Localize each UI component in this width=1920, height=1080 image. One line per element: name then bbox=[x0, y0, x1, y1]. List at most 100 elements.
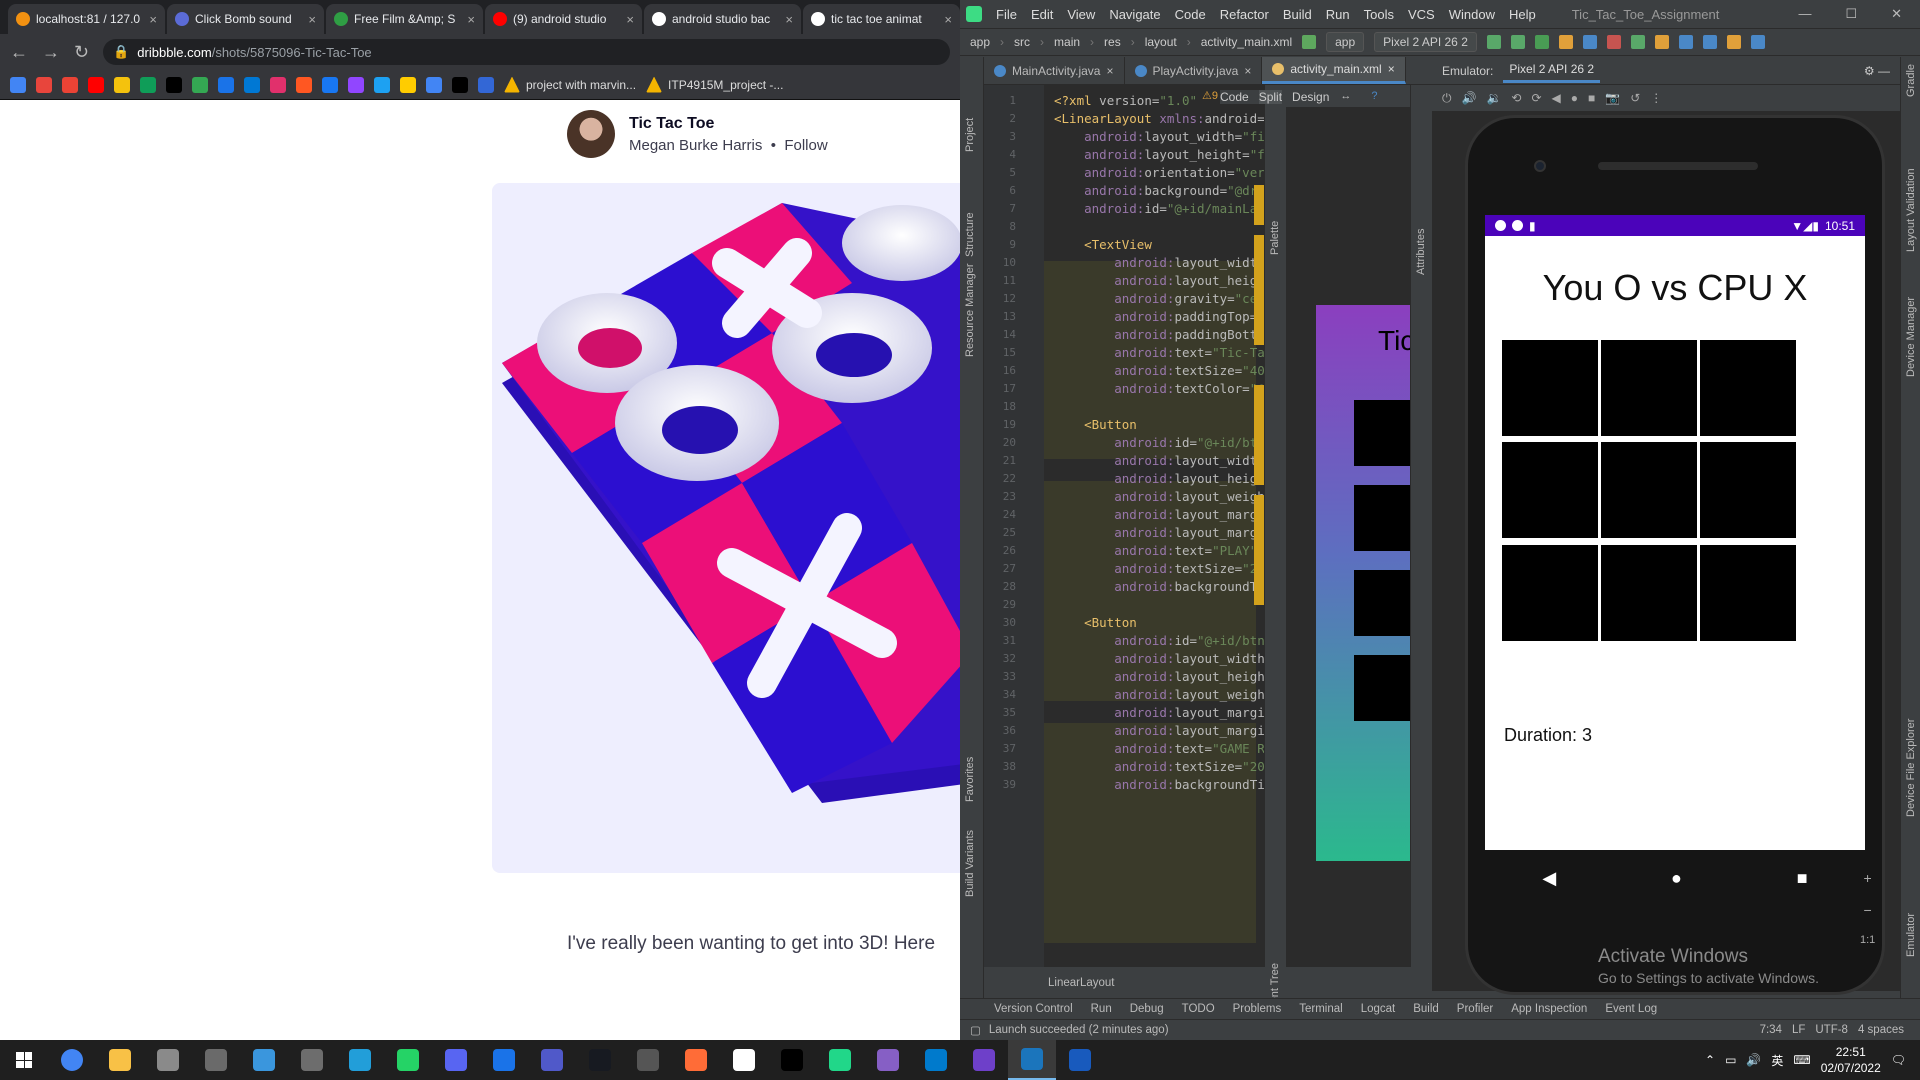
tab-close-icon[interactable]: × bbox=[1106, 64, 1113, 78]
shot-image[interactable] bbox=[492, 183, 960, 873]
power-icon[interactable]: ⏻ bbox=[1442, 91, 1452, 106]
game-cell[interactable] bbox=[1601, 442, 1697, 538]
preview-button[interactable] bbox=[1354, 400, 1412, 466]
game-cell[interactable] bbox=[1502, 545, 1598, 641]
bookmark-item[interactable]: project with marvin... bbox=[504, 76, 636, 93]
tab-close-icon[interactable]: × bbox=[944, 12, 952, 27]
phone-screen[interactable]: ▮ ▼◢▮ 10:51 You O vs CPU X Duration: 3 bbox=[1485, 215, 1865, 850]
bookmark-icon[interactable] bbox=[62, 76, 78, 93]
taskbar-app-icon[interactable] bbox=[528, 1040, 576, 1080]
hammer-icon[interactable] bbox=[1302, 35, 1317, 49]
input-language[interactable]: 英 bbox=[1771, 1052, 1783, 1069]
toolbar-icon[interactable] bbox=[1654, 35, 1669, 49]
status-indicator[interactable]: UTF-8 bbox=[1815, 1024, 1848, 1036]
notifications-icon[interactable]: 🗨 bbox=[1891, 1053, 1906, 1067]
menu-item[interactable]: Edit bbox=[1031, 7, 1053, 22]
breadcrumb-item[interactable]: res bbox=[1104, 35, 1121, 49]
taskbar-app-icon[interactable] bbox=[864, 1040, 912, 1080]
right-tool-gradle[interactable]: Gradle bbox=[1905, 64, 1917, 97]
bookmark-icon[interactable] bbox=[166, 76, 182, 93]
tab-close-icon[interactable]: × bbox=[308, 12, 316, 27]
browser-tab[interactable]: Click Bomb sound × bbox=[167, 4, 324, 34]
taskbar-app-icon[interactable] bbox=[288, 1040, 336, 1080]
taskbar-app-icon[interactable] bbox=[1056, 1040, 1104, 1080]
bookmark-icon[interactable] bbox=[400, 76, 416, 93]
overview-icon[interactable]: ■ bbox=[1588, 91, 1595, 105]
browser-tab[interactable]: (9) android studio × bbox=[485, 4, 642, 34]
bookmark-icon[interactable] bbox=[140, 76, 156, 93]
layout-breadcrumb[interactable]: LinearLayout bbox=[1048, 977, 1115, 989]
author-name[interactable]: Megan Burke Harris bbox=[629, 137, 762, 154]
preview-button[interactable] bbox=[1354, 655, 1412, 721]
bookmark-icon[interactable] bbox=[426, 76, 442, 93]
bookmark-icon[interactable] bbox=[88, 76, 104, 93]
bookmark-icon[interactable] bbox=[322, 76, 338, 93]
toolbar-icon[interactable] bbox=[1534, 35, 1549, 49]
breadcrumb-item[interactable]: activity_main.xml bbox=[1201, 35, 1292, 49]
status-indicator[interactable]: 7:34 bbox=[1760, 1024, 1782, 1036]
bookmark-item[interactable]: ITP4915M_project -... bbox=[646, 76, 783, 93]
tab-close-icon[interactable]: × bbox=[626, 12, 634, 27]
tab-close-icon[interactable]: × bbox=[467, 12, 475, 27]
zoom-out-icon[interactable]: − bbox=[1864, 902, 1872, 918]
bookmark-icon[interactable] bbox=[192, 76, 208, 93]
game-cell[interactable] bbox=[1502, 340, 1598, 436]
emulator-device-tab[interactable]: Pixel 2 API 26 2 bbox=[1503, 58, 1601, 83]
volume-icon[interactable]: 🔊 bbox=[1746, 1053, 1761, 1067]
tab-close-icon[interactable]: × bbox=[1388, 62, 1395, 76]
game-cell[interactable] bbox=[1601, 545, 1697, 641]
file-tab[interactable]: MainActivity.java × bbox=[984, 57, 1125, 84]
toolbar-icon[interactable] bbox=[1510, 35, 1525, 49]
back-icon[interactable]: ← bbox=[10, 42, 28, 63]
tool-window-debug[interactable]: Debug bbox=[1130, 1003, 1164, 1015]
view-mode-code[interactable]: Code bbox=[1220, 90, 1249, 104]
more-icon[interactable]: ⋮ bbox=[1650, 91, 1662, 105]
taskbar-app-icon[interactable] bbox=[480, 1040, 528, 1080]
bookmark-icon[interactable] bbox=[374, 76, 390, 93]
tool-window-problems[interactable]: Problems bbox=[1233, 1003, 1282, 1015]
follow-link[interactable]: Follow bbox=[784, 137, 827, 154]
tool-window-run[interactable]: Run bbox=[1091, 1003, 1112, 1015]
android-back-button[interactable]: ◀ bbox=[1542, 868, 1556, 889]
browser-tab[interactable]: android studio bac × bbox=[644, 4, 801, 34]
game-cell[interactable] bbox=[1700, 442, 1796, 538]
bookmark-icon[interactable] bbox=[270, 76, 286, 93]
code-editor[interactable]: 1 <?xml version="1.0" 2 <LinearLayout xmlns… bbox=[984, 85, 1264, 967]
bookmark-icon[interactable] bbox=[114, 76, 130, 93]
tool-window-logcat[interactable]: Logcat bbox=[1361, 1003, 1396, 1015]
home-icon[interactable]: ● bbox=[1571, 91, 1578, 105]
settings-icon[interactable]: ⚙ — bbox=[1864, 64, 1900, 78]
toolbar-icon[interactable] bbox=[1702, 35, 1717, 49]
code-line[interactable]: 39 android:backgroundTint bbox=[984, 773, 1264, 795]
menu-item[interactable]: Help bbox=[1509, 7, 1536, 22]
taskbar-app-icon[interactable] bbox=[672, 1040, 720, 1080]
breadcrumb-item[interactable]: main bbox=[1054, 35, 1080, 49]
taskbar-app-icon[interactable] bbox=[432, 1040, 480, 1080]
rotate-left-icon[interactable]: ⟲ bbox=[1511, 91, 1521, 105]
tool-window-todo[interactable]: TODO bbox=[1182, 1003, 1215, 1015]
menu-item[interactable]: Navigate bbox=[1109, 7, 1160, 22]
palette-label[interactable]: Palette bbox=[1269, 221, 1281, 255]
screenshot-icon[interactable]: 📷 bbox=[1605, 91, 1620, 105]
maximize-icon[interactable]: ☐ bbox=[1845, 6, 1857, 22]
tab-close-icon[interactable]: × bbox=[149, 12, 157, 27]
left-tool-project[interactable]: Project bbox=[964, 118, 976, 152]
browser-tab[interactable]: localhost:81 / 127.0 × bbox=[8, 4, 165, 34]
toolbar-icon[interactable] bbox=[1606, 35, 1621, 49]
preview-button[interactable]: YO bbox=[1354, 570, 1412, 636]
view-mode-split[interactable]: Split bbox=[1258, 90, 1283, 104]
address-bar[interactable]: 🔒 dribbble.com/shots/5875096-Tic-Tac-Toe bbox=[103, 39, 950, 65]
tool-window-terminal[interactable]: Terminal bbox=[1299, 1003, 1342, 1015]
device-dropdown[interactable]: Pixel 2 API 26 2 bbox=[1374, 32, 1477, 52]
bookmark-icon[interactable] bbox=[36, 76, 52, 93]
taskbar-app-icon[interactable] bbox=[384, 1040, 432, 1080]
browser-tab[interactable]: tic tac toe animat × bbox=[803, 4, 960, 34]
menu-item[interactable]: Window bbox=[1449, 7, 1495, 22]
taskbar-app-icon[interactable] bbox=[720, 1040, 768, 1080]
preview-button[interactable]: GA bbox=[1354, 485, 1412, 551]
taskbar-app-icon[interactable] bbox=[624, 1040, 672, 1080]
taskbar-app-icon[interactable] bbox=[912, 1040, 960, 1080]
status-indicator[interactable]: LF bbox=[1792, 1024, 1805, 1036]
file-tab[interactable]: activity_main.xml × bbox=[1262, 57, 1406, 84]
avatar[interactable] bbox=[567, 110, 615, 158]
